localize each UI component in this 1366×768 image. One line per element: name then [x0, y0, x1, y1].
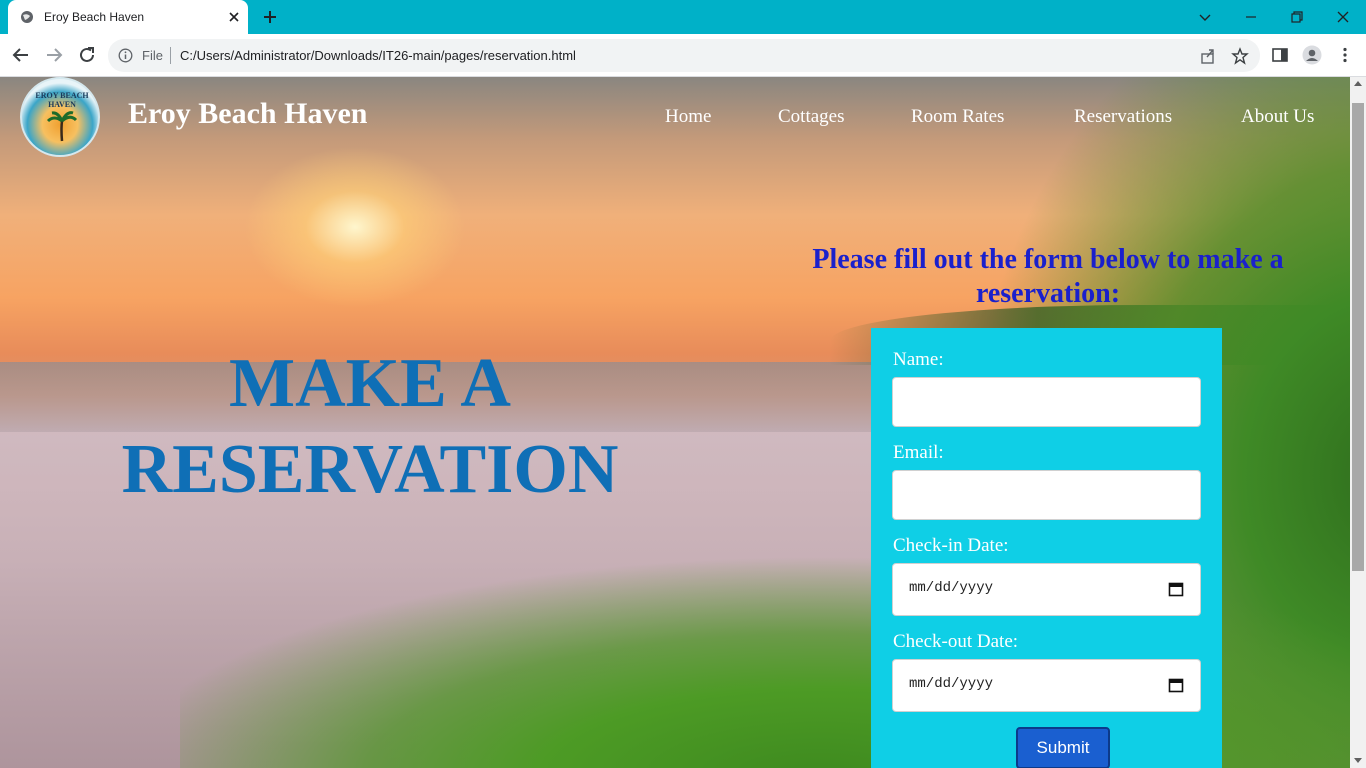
browser-tab[interactable]: Eroy Beach Haven — [8, 0, 248, 34]
globe-icon — [21, 11, 33, 23]
close-tab-icon[interactable] — [226, 9, 242, 25]
hero-title: MAKE A RESERVATION — [60, 341, 680, 513]
tab-search-chevron-icon[interactable] — [1195, 7, 1215, 27]
checkin-label: Check-in Date: — [893, 535, 1009, 556]
calendar-icon[interactable] — [1168, 581, 1184, 597]
nav-reservations[interactable]: Reservations — [1074, 106, 1172, 128]
hero-title-line-2: RESERVATION — [121, 431, 619, 508]
bookmark-star-icon[interactable] — [1231, 47, 1249, 65]
checkout-date-value: mm/dd/yyyy — [909, 676, 994, 692]
url-text[interactable]: C:/Users/Administrator/Downloads/IT26-ma… — [180, 48, 576, 63]
reservation-form: Name: Email: Check-in Date: mm/dd/yyyy C… — [871, 328, 1222, 768]
email-label: Email: — [893, 442, 944, 463]
nav-about-us[interactable]: About Us — [1241, 106, 1314, 128]
checkout-label: Check-out Date: — [893, 631, 1019, 652]
page-scrollbar[interactable] — [1350, 77, 1366, 768]
side-panel-icon[interactable] — [1271, 46, 1289, 64]
restore-icon[interactable] — [1287, 7, 1307, 27]
nav-cottages[interactable]: Cottages — [778, 106, 845, 128]
share-icon[interactable] — [1199, 47, 1217, 65]
logo-text: EROY BEACH HAVEN — [35, 91, 89, 109]
palm-tree-icon — [46, 111, 78, 142]
reload-icon[interactable] — [76, 44, 98, 66]
back-arrow-icon[interactable] — [10, 44, 32, 66]
scrollbar-thumb[interactable] — [1352, 103, 1364, 571]
name-field[interactable] — [892, 377, 1201, 427]
page-viewport: EROY BEACH HAVEN Eroy Beach Haven Home C… — [0, 77, 1350, 768]
form-instructions: Please fill out the form below to make a… — [812, 244, 1284, 309]
scheme-label: File — [142, 48, 163, 63]
profile-avatar-icon[interactable] — [1302, 45, 1322, 65]
hero-title-line-1: MAKE A — [229, 345, 511, 422]
site-brand-name[interactable]: Eroy Beach Haven — [128, 97, 367, 131]
new-tab-icon[interactable] — [261, 8, 279, 26]
browser-tab-strip: Eroy Beach Haven — [0, 0, 1366, 34]
email-field[interactable] — [892, 470, 1201, 520]
checkout-date-field[interactable]: mm/dd/yyyy — [892, 659, 1201, 712]
scroll-up-arrow-icon[interactable] — [1354, 81, 1362, 86]
checkin-date-value: mm/dd/yyyy — [909, 580, 994, 596]
scroll-down-arrow-icon[interactable] — [1354, 758, 1362, 763]
forward-arrow-icon[interactable] — [43, 44, 65, 66]
nav-room-rates[interactable]: Room Rates — [911, 106, 1004, 128]
checkin-date-field[interactable]: mm/dd/yyyy — [892, 563, 1201, 616]
address-separator — [170, 47, 171, 64]
name-label: Name: — [893, 349, 944, 370]
info-icon[interactable] — [118, 48, 133, 63]
minimize-icon[interactable] — [1241, 7, 1261, 27]
nav-home[interactable]: Home — [665, 106, 711, 128]
address-bar[interactable]: File C:/Users/Administrator/Downloads/IT… — [108, 39, 1260, 72]
browser-toolbar: File C:/Users/Administrator/Downloads/IT… — [0, 34, 1366, 77]
submit-button[interactable]: Submit — [1016, 727, 1110, 768]
tab-title: Eroy Beach Haven — [44, 10, 145, 24]
calendar-icon[interactable] — [1168, 677, 1184, 693]
menu-dots-icon[interactable] — [1336, 46, 1354, 64]
close-window-icon[interactable] — [1333, 7, 1353, 27]
site-logo[interactable]: EROY BEACH HAVEN — [20, 77, 100, 157]
